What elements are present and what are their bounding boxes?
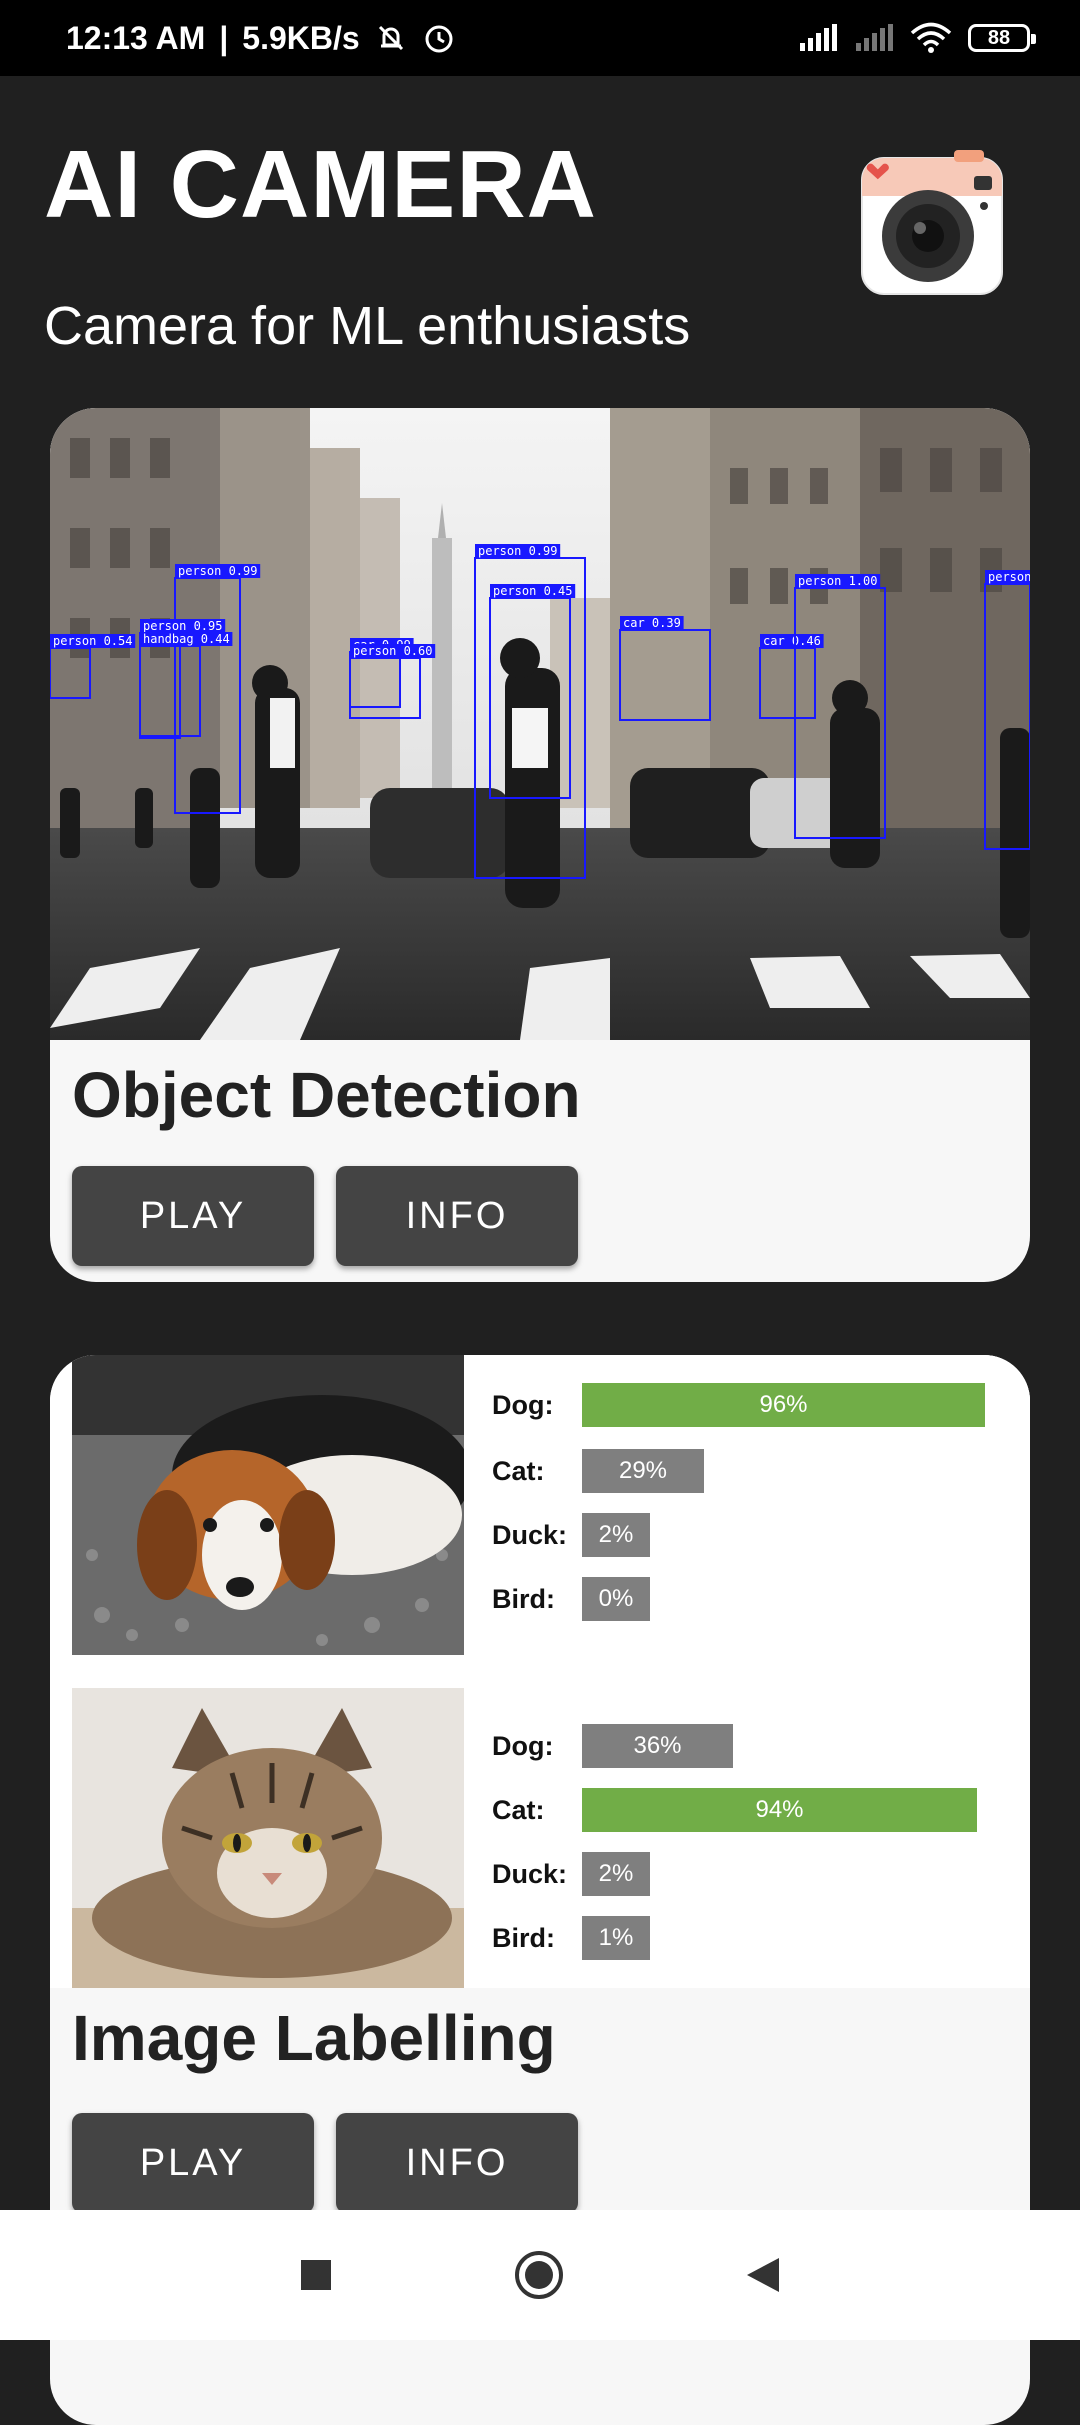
app-subtitle: Camera for ML enthusiasts (44, 296, 691, 356)
back-triangle-icon[interactable] (745, 2256, 781, 2294)
label-scores-cat-image: Dog: 36% Cat: 94% Duck: 2% Bird: 1% (492, 1688, 1012, 1988)
signal-strength-icon (800, 24, 837, 51)
label-name: Bird: (492, 1922, 555, 1953)
label-name: Dog: (492, 1730, 554, 1761)
detection-label: car 0.46 (763, 634, 821, 648)
detection-box (474, 557, 586, 879)
detection-label: person 0.95 (143, 619, 222, 633)
status-bar: 12:13 AM | 5.9KB/s 88 (0, 0, 1080, 76)
label-name: Cat: (492, 1794, 545, 1825)
detection-label: person 0.99 (178, 564, 257, 578)
network-speed: 5.9KB/s (242, 19, 360, 56)
bell-muted-icon (378, 25, 403, 51)
detection-label: car 0.39 (623, 616, 681, 630)
status-separator: | (219, 19, 229, 56)
label-score-row: Dog: 96% (492, 1383, 985, 1427)
confidence-bar: 0% (582, 1577, 650, 1621)
label-score-row: Cat: 94% (492, 1788, 977, 1832)
detection-overlay: person 0.99 person 0.95 person 0.54 handbag… (50, 544, 1030, 879)
detection-label: person 0.99 (478, 544, 557, 558)
confidence-bar: 2% (582, 1513, 650, 1557)
label-name: Bird: (492, 1583, 555, 1614)
recents-square-icon[interactable] (299, 2258, 333, 2292)
wifi-icon (910, 22, 952, 53)
detection-label: person 0.45 (493, 584, 572, 598)
label-scores-dog-image: Dog: 96% Cat: 29% Duck: 2% Bird: 0% (492, 1355, 1012, 1655)
detection-box (619, 629, 711, 721)
label-name: Duck: (492, 1519, 568, 1550)
object-detection-card: person 0.99 person 0.95 person 0.54 handbag… (50, 408, 1030, 1282)
image-labelling-title: Image Labelling (72, 2002, 556, 2074)
detection-label: handbag 0.44 (143, 632, 230, 646)
detection-label: person (988, 570, 1030, 584)
confidence-bar: 29% (582, 1449, 704, 1493)
object-detection-title: Object Detection (72, 1059, 581, 1131)
camera-logo-icon (861, 150, 1003, 295)
navigation-bar (0, 2210, 1080, 2340)
label-name: Cat: (492, 1455, 545, 1486)
detection-box (349, 651, 401, 708)
label-name: Duck: (492, 1858, 568, 1889)
label-score-row: Cat: 29% (492, 1449, 704, 1493)
status-time: 12:13 AM (66, 19, 206, 56)
confidence-bar: 36% (582, 1724, 733, 1768)
detection-box (139, 645, 201, 737)
confidence-bar: 96% (582, 1383, 985, 1427)
label-name: Dog: (492, 1389, 554, 1420)
detection-box (489, 597, 571, 799)
detection-box (50, 647, 91, 699)
detection-label: person 0.54 (53, 634, 132, 648)
confidence-bar: 2% (582, 1852, 650, 1896)
image-labelling-play-button[interactable]: PLAY (72, 2113, 314, 2213)
labelling-row-cat: Dog: 36% Cat: 94% Duck: 2% Bird: 1% (72, 1688, 1030, 1988)
battery-icon: 88 (968, 24, 1036, 52)
label-score-row: Dog: 36% (492, 1724, 733, 1768)
labelling-row-dog: Dog: 96% Cat: 29% Duck: 2% Bird: 0% (72, 1355, 1030, 1655)
detection-box (984, 583, 1030, 850)
app-title: AI CAMERA (44, 131, 597, 238)
signal-strength-2-icon (856, 24, 893, 51)
battery-level: 88 (987, 26, 1011, 49)
object-detection-play-button[interactable]: PLAY (72, 1166, 314, 1266)
object-detection-info-button[interactable]: INFO (336, 1166, 578, 1266)
label-score-row: Bird: 1% (492, 1916, 650, 1960)
detection-box (174, 577, 241, 814)
puppy-image (72, 1355, 464, 1655)
detection-label: person 1.00 (798, 574, 877, 588)
label-score-row: Duck: 2% (492, 1852, 650, 1896)
detection-box (794, 587, 886, 839)
detection-box (759, 647, 816, 719)
confidence-bar: 94% (582, 1788, 977, 1832)
image-labelling-info-button[interactable]: INFO (336, 2113, 578, 2213)
label-score-row: Bird: 0% (492, 1577, 650, 1621)
cat-image (72, 1688, 464, 1988)
label-score-row: Duck: 2% (492, 1513, 650, 1557)
detection-box (349, 657, 421, 719)
alarm-icon (425, 25, 453, 53)
confidence-bar: 1% (582, 1916, 650, 1960)
detection-label: person 0.60 (353, 644, 432, 658)
home-circle-icon[interactable] (513, 2249, 565, 2301)
